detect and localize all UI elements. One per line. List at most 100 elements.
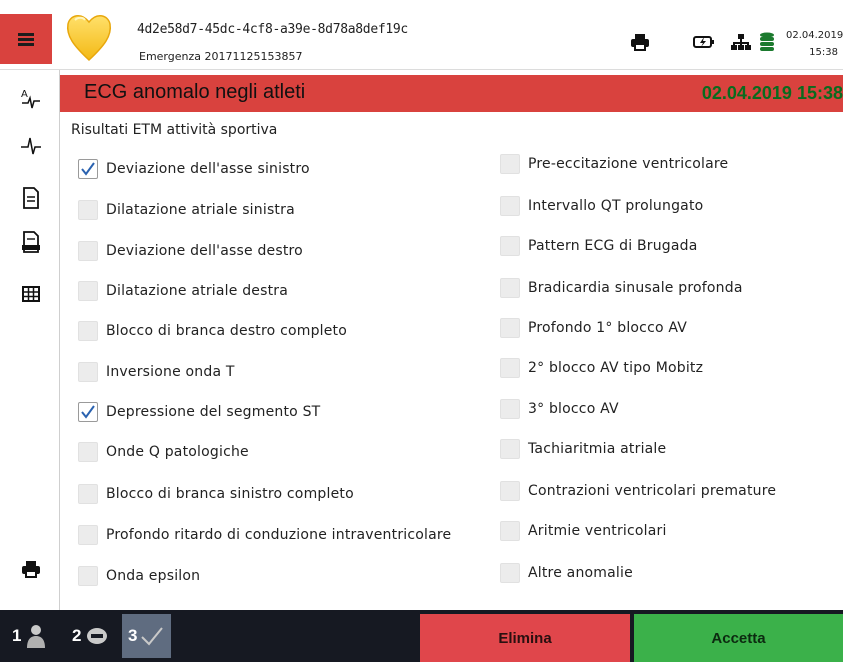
checkbox-item[interactable]: Deviazione dell'asse destro (78, 239, 303, 263)
checkbox-label: Onde Q patologiche (106, 444, 249, 460)
checkbox-label: Contrazioni ventricolari premature (528, 483, 777, 499)
document-icon (23, 187, 39, 209)
delete-button[interactable]: Elimina (420, 614, 630, 662)
checkbox-item[interactable]: Aritmie ventricolari (500, 519, 667, 543)
checkbox[interactable] (500, 154, 520, 174)
checkbox[interactable] (78, 159, 98, 179)
title-bar: ECG anomalo negli atleti 02.04.2019 15:3… (60, 75, 843, 112)
checkbox[interactable] (500, 563, 520, 583)
checkbox[interactable] (500, 278, 520, 298)
step-1-patient[interactable]: 1 (12, 614, 47, 658)
checkbox-label: Pre-eccitazione ventricolare (528, 156, 729, 172)
checkbox-label: Deviazione dell'asse sinistro (106, 161, 310, 177)
step-2-vehicle[interactable]: 2 (72, 614, 108, 658)
sidebar-item-document[interactable] (20, 187, 42, 209)
sidebar-print-button[interactable] (20, 558, 42, 580)
print-button[interactable] (629, 32, 651, 52)
checkbox-item[interactable]: Profondo ritardo di conduzione intravent… (78, 523, 451, 547)
checkbox[interactable] (78, 525, 98, 545)
section-label: Risultati ETM attività sportiva (71, 122, 278, 138)
checkbox-item[interactable]: Inversione onda T (78, 360, 235, 384)
checkbox-label: Depressione del segmento ST (106, 404, 321, 420)
checkbox-label: Blocco di branca destro completo (106, 323, 348, 339)
sidebar-item-ecg-analysis[interactable]: A (20, 87, 42, 109)
checkbox[interactable] (500, 196, 520, 216)
sidebar-item-ecg-wave[interactable] (20, 134, 42, 156)
checkbox[interactable] (500, 399, 520, 419)
checkbox[interactable] (78, 362, 98, 382)
sidebar-item-table[interactable] (20, 283, 42, 305)
checkbox[interactable] (500, 358, 520, 378)
checkmark-icon (81, 162, 95, 176)
checkbox-item[interactable]: Altre anomalie (500, 561, 633, 585)
checkbox-item[interactable]: Depressione del segmento ST (78, 400, 320, 424)
checkbox-label: Pattern ECG di Brugada (528, 238, 698, 254)
checkbox-label: Tachiaritmia atriale (528, 441, 667, 457)
step-3-confirm[interactable]: 3 (122, 614, 172, 658)
checkbox-label: Profondo 1° blocco AV (528, 320, 688, 336)
ecg-wave-icon (21, 137, 41, 155)
checkbox-item[interactable]: Dilatazione atriale destra (78, 279, 288, 303)
checkbox-item[interactable]: Pattern ECG di Brugada (500, 234, 698, 258)
network-icon (731, 34, 751, 50)
checkbox[interactable] (500, 521, 520, 541)
checkbox-item[interactable]: Bradicardia sinusale profonda (500, 276, 743, 300)
ecg-analysis-icon: A (21, 89, 40, 109)
checkmark-icon (141, 627, 164, 646)
step-number: 1 (12, 626, 22, 645)
checkbox[interactable] (500, 481, 520, 501)
checkbox-label: Aritmie ventricolari (528, 523, 667, 539)
checkbox-label: Intervallo QT prolungato (528, 198, 704, 214)
case-id: 4d2e58d7-45dc-4cf8-a39e-8d78a8def19c (137, 22, 408, 37)
checkbox[interactable] (78, 566, 98, 586)
checkbox-label: Onda epsilon (106, 568, 201, 584)
header-time: 15:38 (809, 47, 838, 58)
checkbox[interactable] (78, 200, 98, 220)
menu-button[interactable] (0, 14, 52, 64)
checkbox-item[interactable]: 2° blocco AV tipo Mobitz (500, 356, 703, 380)
footer: 1 2 3 Elimina Accetta (0, 610, 843, 662)
checkbox-item[interactable]: Contrazioni ventricolari premature (500, 479, 776, 503)
sidebar: A (0, 70, 60, 610)
menu-icon (18, 31, 34, 48)
checkbox[interactable] (78, 241, 98, 261)
battery-charging-icon (693, 36, 714, 48)
sidebar-item-sport-report[interactable] (20, 231, 42, 253)
database-status (756, 32, 778, 52)
header-datetime: 02.04.2019 15:38 (786, 27, 843, 61)
sport-report-icon (22, 231, 40, 253)
checkbox[interactable] (500, 318, 520, 338)
checkbox-item[interactable]: Blocco di branca destro completo (78, 319, 347, 343)
printer-icon (22, 561, 40, 578)
step-number: 2 (72, 626, 82, 645)
checkbox[interactable] (500, 439, 520, 459)
checkbox-item[interactable]: Blocco di branca sinistro completo (78, 482, 354, 506)
checkbox[interactable] (500, 236, 520, 256)
emergency-label: Emergenza 20171125153857 (139, 50, 303, 63)
app-window: 4d2e58d7-45dc-4cf8-a39e-8d78a8def19c Eme… (0, 0, 843, 662)
accept-button[interactable]: Accetta (634, 614, 843, 662)
checkmark-icon (81, 405, 95, 419)
checkbox-item[interactable]: 3° blocco AV (500, 397, 619, 421)
checkbox-label: Profondo ritardo di conduzione intravent… (106, 527, 452, 543)
checkbox-item[interactable]: Pre-eccitazione ventricolare (500, 152, 728, 176)
checkbox-item[interactable]: Dilatazione atriale sinistra (78, 198, 295, 222)
checkbox-label: Altre anomalie (528, 565, 633, 581)
step-number: 3 (128, 626, 138, 645)
checkbox-item[interactable]: Profondo 1° blocco AV (500, 316, 687, 340)
network-status (730, 32, 752, 52)
checkbox[interactable] (78, 321, 98, 341)
checkbox[interactable] (78, 281, 98, 301)
checkbox-item[interactable]: Onda epsilon (78, 564, 200, 588)
checkbox-item[interactable]: Onde Q patologiche (78, 440, 249, 464)
checkbox-label: Deviazione dell'asse destro (106, 243, 303, 259)
checkbox-label: Blocco di branca sinistro completo (106, 486, 354, 502)
checkbox-item[interactable]: Deviazione dell'asse sinistro (78, 157, 310, 181)
checkbox[interactable] (78, 484, 98, 504)
checkbox[interactable] (78, 402, 98, 422)
checkbox[interactable] (78, 442, 98, 462)
title-datetime: 02.04.2019 15:38 (701, 83, 843, 103)
checkbox-item[interactable]: Intervallo QT prolungato (500, 194, 703, 218)
checkbox-item[interactable]: Tachiaritmia atriale (500, 437, 666, 461)
heart-logo (66, 15, 112, 62)
